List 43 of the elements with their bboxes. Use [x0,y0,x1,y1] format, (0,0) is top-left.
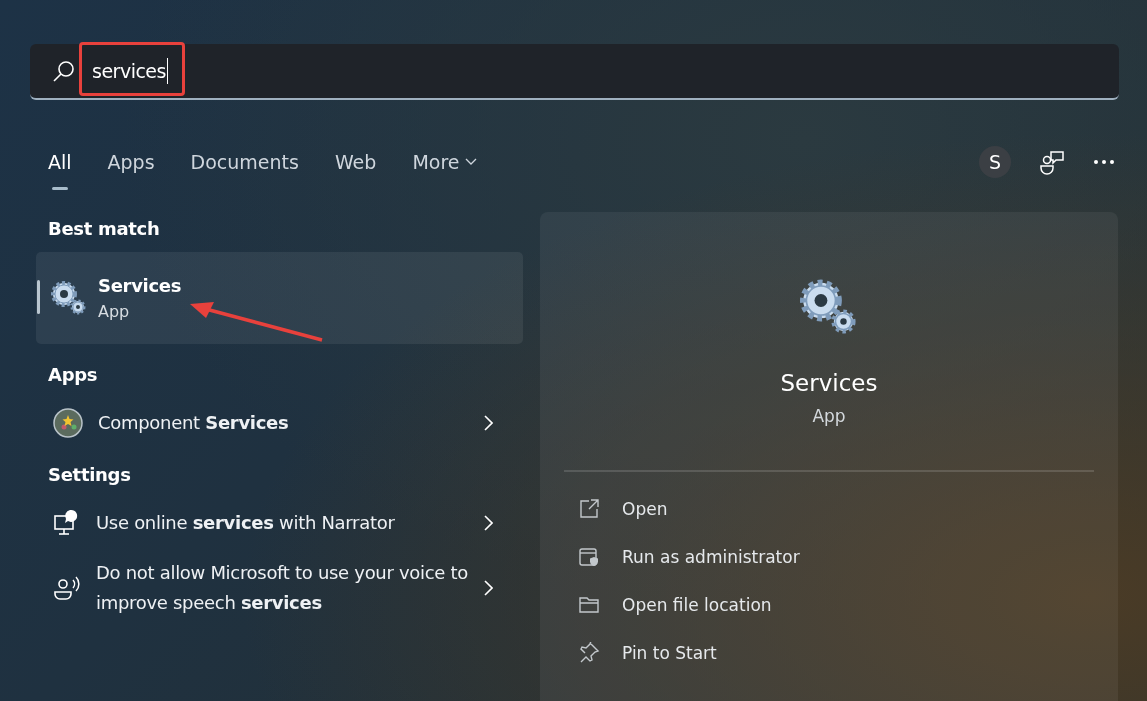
pin-icon [578,642,600,664]
result-type: App [98,302,131,321]
selection-bar [37,280,40,314]
voice-person-icon [52,573,82,603]
filter-tab[interactable]: Documents [178,142,311,182]
selected-indicator [51,187,68,190]
search-text: services [92,60,166,82]
filter-tab[interactable]: All [36,142,84,182]
people-chat-icon[interactable] [1039,149,1065,175]
external-link-icon [578,498,600,520]
action-item[interactable]: Pin to Start [578,636,717,670]
chevron-down-icon [465,158,478,166]
chevron-right-icon [484,515,493,531]
best-match-item[interactable]: Services App [36,252,523,344]
section-heading: Apps [47,363,99,387]
search-result-item[interactable]: Use online services with Narrator [36,502,523,544]
filter-tab[interactable]: Apps [95,142,167,182]
search-result-item[interactable]: Component Services [36,402,523,444]
window-shield-icon [578,546,600,568]
app-type: App [812,406,846,426]
filter-tab[interactable]: More [400,142,490,182]
chevron-right-icon [484,415,493,431]
section-heading: Best match [47,217,161,241]
text-cursor [166,58,169,84]
action-item[interactable]: Open [578,492,668,526]
search-field[interactable]: services [30,44,1119,100]
gears-icon [50,280,88,316]
section-heading: Settings [47,463,132,487]
result-title: Component Services [98,411,290,435]
folder-icon [578,594,600,616]
component-globe-icon [52,407,84,439]
search-icon [52,59,76,83]
action-item[interactable]: Open file location [578,588,772,622]
result-title: Do not allow Microsoft to use your voice to improve speech services [96,561,470,615]
result-title: Services [98,275,182,296]
search-result-item[interactable]: Do not allow Microsoft to use your voice to improve speech services [36,558,523,618]
more-options-icon[interactable] [1093,159,1115,165]
chevron-right-icon [484,580,493,596]
account-avatar[interactable]: S [979,146,1011,178]
filter-tab[interactable]: Web [322,142,389,182]
result-title: Use online services with Narrator [96,511,396,535]
action-item[interactable]: Run as administrator [578,540,800,574]
app-title: Services [780,370,878,396]
